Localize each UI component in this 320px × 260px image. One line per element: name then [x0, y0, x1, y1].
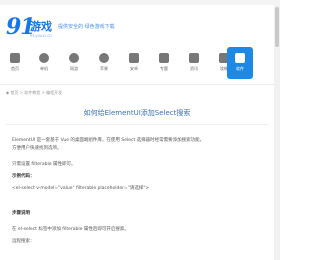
article-paragraph: 示例代码：	[12, 174, 35, 179]
star-icon	[159, 53, 169, 63]
app-icon	[235, 53, 245, 63]
article-paragraph: 步骤说明	[12, 211, 30, 216]
scrollbar-thumb[interactable]	[275, 7, 279, 47]
nav-item-news[interactable]: 资讯	[181, 47, 207, 79]
vertical-scrollbar[interactable]	[274, 5, 280, 260]
browser-top-strip	[0, 0, 280, 5]
gamepad-icon	[39, 53, 49, 63]
site-logo[interactable]: 91 游戏 91youxi.cn	[6, 15, 54, 41]
logo-subtitle: 91youxi.cn	[30, 33, 52, 38]
nav-item-online[interactable]: 网游	[61, 47, 87, 79]
nav-label: 网游	[70, 66, 78, 71]
nav-item-home[interactable]: 首页	[2, 47, 28, 79]
logo-name: 游戏	[30, 20, 52, 33]
article-paragraph: <el-select v-model="value" filterable pl…	[12, 186, 150, 191]
article-paragraph: 只需设置 filterable 属性即可。	[12, 162, 76, 167]
news-icon	[189, 53, 199, 63]
nav-item-software[interactable]: 软件	[227, 47, 253, 79]
nav-item-topics[interactable]: 专题	[151, 47, 177, 79]
nav-item-single[interactable]: 单机	[31, 47, 57, 79]
nav-item-apple[interactable]: 苹果	[91, 47, 117, 79]
nav-label: 苹果	[100, 66, 108, 71]
breadcrumb[interactable]: ◆ 首页 > 软件教程 > 编程开发	[6, 90, 62, 96]
nav-label: 单机	[40, 66, 48, 71]
android-icon	[129, 53, 139, 63]
globe-icon	[69, 53, 79, 63]
nav-label: 专题	[160, 66, 168, 71]
article-title: 如何给ElementUI添加Select搜索	[83, 109, 191, 117]
article-paragraph: 方便用户快速找到选项。	[12, 146, 62, 151]
apple-icon	[99, 53, 109, 63]
title-divider	[6, 124, 268, 125]
article-paragraph: 在 el-select 标签中添加 filterable 属性后即可开启搜索。	[12, 227, 129, 232]
nav-label: 软件	[236, 66, 244, 71]
nav-item-android[interactable]: 安卓	[121, 47, 147, 79]
article-paragraph: ElementUI 是一套基于 Vue 的桌面端组件库，在使用 Select 选…	[12, 138, 205, 143]
nav-label: 安卓	[130, 66, 138, 71]
nav-label: 首页	[11, 66, 19, 71]
home-icon	[10, 53, 20, 63]
nav-label: 资讯	[190, 66, 198, 71]
site-slogan: 提供安全的 绿色游戏下载	[58, 24, 115, 30]
article-paragraph: 远程搜索：	[12, 239, 35, 244]
main-nav: 首页 单机 网游 苹果 安卓 专题 资讯 攻略 软件	[0, 47, 274, 79]
header-divider	[0, 84, 274, 85]
